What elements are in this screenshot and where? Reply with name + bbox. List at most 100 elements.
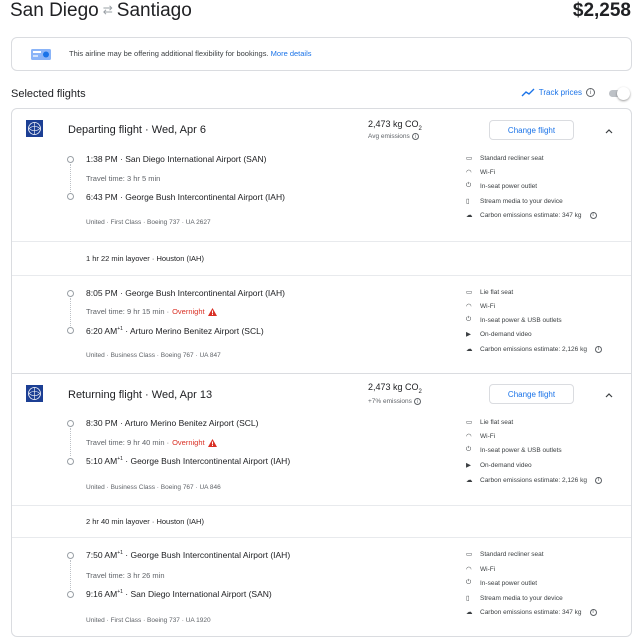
- departure-time-row: 8:30 PM · Arturo Merino Benitez Airport …: [86, 418, 259, 428]
- united-logo-icon: [26, 120, 43, 137]
- divider: [12, 537, 631, 538]
- chevron-up-icon[interactable]: [604, 126, 614, 136]
- co2-icon: ☁: [466, 477, 473, 484]
- flat-seat-icon: ▭: [466, 419, 473, 426]
- co2-icon: ☁: [466, 609, 473, 616]
- wifi-icon: ◠: [466, 169, 472, 176]
- amenity-emissions: ☁ Carbon emissions estimate: 2,126 kg i: [466, 476, 602, 484]
- amenity-seat: ▭ Standard recliner seat: [466, 550, 544, 559]
- change-returning-flight-button[interactable]: Change flight: [489, 384, 574, 404]
- power-plug-icon: ⏻: [466, 446, 472, 453]
- departing-co2: 2,473 kg CO2: [368, 119, 422, 132]
- swap-arrows-icon: ⇄: [102, 3, 113, 17]
- returning-heading: Returning flight · Wed, Apr 13: [68, 389, 213, 401]
- power-plug-icon: ⏻: [466, 316, 472, 323]
- info-icon[interactable]: i: [594, 345, 602, 353]
- chevron-up-icon[interactable]: [604, 390, 614, 400]
- timeline-dot: [67, 193, 74, 200]
- phone-icon: ▯: [466, 198, 470, 205]
- amenity-emissions: ☁ Carbon emissions estimate: 347 kg i: [466, 608, 597, 616]
- video-icon: ▶: [466, 331, 471, 338]
- route-title: San Diego ⇄ Santiago: [10, 0, 192, 22]
- track-prices[interactable]: Track prices i: [521, 88, 595, 97]
- amenity-stream: ▯ Stream media to your device: [466, 594, 563, 603]
- flat-seat-icon: ▭: [466, 289, 473, 296]
- trend-icon: [521, 88, 535, 97]
- timeline-dot: [67, 552, 74, 559]
- info-icon[interactable]: i: [594, 476, 602, 484]
- arrival-time-row: 6:43 PM · George Bush Intercontinental A…: [86, 192, 285, 202]
- departure-time-row: 7:50 AM+1 · George Bush Intercontinental…: [86, 550, 291, 560]
- arrival-time-row: 6:20 AM+1 · Arturo Merino Benitez Airpor…: [86, 326, 264, 336]
- amenity-seat: ▭ Lie flat seat: [466, 288, 514, 297]
- track-prices-toggle[interactable]: [607, 87, 631, 100]
- wifi-icon: ◠: [466, 303, 472, 310]
- co2-icon: ☁: [466, 346, 473, 353]
- timeline-dot: [67, 420, 74, 427]
- amenity-seat: ▭ Standard recliner seat: [466, 154, 544, 163]
- travel-time: Travel time: 9 hr 15 min · Overnight: [86, 307, 217, 316]
- amenity-power: ⏻ In-seat power outlet: [466, 579, 538, 587]
- banner-text: This airline may be offering additional …: [69, 49, 269, 58]
- phone-icon: ▯: [466, 595, 470, 602]
- wifi-icon: ◠: [466, 566, 472, 573]
- info-icon[interactable]: i: [413, 398, 421, 405]
- info-icon[interactable]: i: [589, 211, 597, 219]
- amenity-video: ▶ On-demand video: [466, 461, 532, 470]
- departing-co2-label: Avg emissions i: [368, 133, 419, 140]
- overnight-label: Overnight: [172, 307, 205, 316]
- arrival-time-row: 5:10 AM+1 · George Bush Intercontinental…: [86, 456, 291, 466]
- destination-city: Santiago: [116, 0, 192, 21]
- travel-time: Travel time: 9 hr 40 min · Overnight: [86, 438, 217, 447]
- info-icon[interactable]: i: [411, 133, 419, 140]
- seat-icon: ▭: [466, 551, 473, 558]
- layover-info: 1 hr 22 min layover · Houston (IAH): [86, 254, 204, 263]
- timeline-dot: [67, 591, 74, 598]
- amenity-power: ⏻ In-seat power & USB outlets: [466, 316, 562, 324]
- amenity-video: ▶ On-demand video: [466, 330, 532, 339]
- timeline-dot: [67, 327, 74, 334]
- divider: [12, 241, 631, 242]
- divider: [12, 275, 631, 276]
- wifi-icon: ◠: [466, 433, 472, 440]
- timeline-line: [70, 298, 71, 326]
- divider: [12, 505, 631, 506]
- power-plug-icon: ⏻: [466, 579, 472, 586]
- departing-heading: Departing flight · Wed, Apr 6: [68, 124, 206, 136]
- flight-meta: United · Business Class · Boeing 767 · U…: [86, 352, 221, 359]
- overnight-label: Overnight: [172, 438, 205, 447]
- timeline-line: [70, 428, 71, 456]
- amenity-power: ⏻ In-seat power & USB outlets: [466, 446, 562, 454]
- amenity-wifi: ◠ Wi-Fi: [466, 302, 496, 311]
- amenity-power: ⏻ In-seat power outlet: [466, 182, 538, 190]
- amenity-wifi: ◠ Wi-Fi: [466, 565, 496, 574]
- timeline-dot: [67, 156, 74, 163]
- timeline-dot: [67, 290, 74, 297]
- warning-icon: [207, 307, 217, 316]
- seat-icon: ▭: [466, 155, 473, 162]
- more-details-link[interactable]: More details: [271, 49, 312, 58]
- returning-co2-label: +7% emissions i: [368, 398, 421, 405]
- departure-time-row: 8:05 PM · George Bush Intercontinental A…: [86, 288, 285, 298]
- timeline-line: [70, 164, 71, 192]
- co2-icon: ☁: [466, 212, 473, 219]
- change-departing-flight-button[interactable]: Change flight: [489, 120, 574, 140]
- amenity-emissions: ☁ Carbon emissions estimate: 2,126 kg i: [466, 345, 602, 353]
- layover-info: 2 hr 40 min layover · Houston (IAH): [86, 517, 204, 526]
- departure-time-row: 1:38 PM · San Diego International Airpor…: [86, 154, 267, 164]
- power-plug-icon: ⏻: [466, 182, 472, 189]
- amenity-seat: ▭ Lie flat seat: [466, 418, 514, 427]
- amenity-wifi: ◠ Wi-Fi: [466, 432, 496, 441]
- origin-city: San Diego: [10, 0, 99, 21]
- flight-meta: United · First Class · Boeing 737 · UA 2…: [86, 219, 211, 226]
- returning-co2: 2,473 kg CO2: [368, 382, 422, 395]
- travel-time: Travel time: 3 hr 5 min: [86, 174, 161, 183]
- ticket-icon: [31, 49, 51, 60]
- selected-flights-title: Selected flights: [11, 88, 86, 100]
- warning-icon: [207, 438, 217, 447]
- united-logo-icon: [26, 385, 43, 402]
- track-prices-label: Track prices: [538, 88, 582, 97]
- info-icon[interactable]: i: [586, 88, 595, 97]
- info-icon[interactable]: i: [589, 608, 597, 616]
- flexibility-banner: This airline may be offering additional …: [11, 37, 632, 71]
